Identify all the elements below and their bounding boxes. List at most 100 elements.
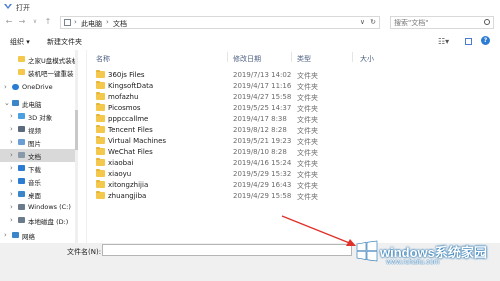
sidebar-item-desktop[interactable]: › 桌面 xyxy=(0,188,78,201)
file-name: pppccallme xyxy=(108,115,149,123)
folder-icon xyxy=(96,180,105,188)
table-row[interactable]: mofazhu 2019/4/27 15:58 文件夹 xyxy=(88,92,500,102)
file-type: 文件夹 xyxy=(297,116,318,124)
view-options-icon[interactable]: ☷▾ xyxy=(438,37,449,46)
sidebar-item-label: 网络 xyxy=(22,233,35,241)
file-name: xiaoyu xyxy=(108,170,132,178)
new-folder-button[interactable]: 新建文件夹 xyxy=(47,37,82,47)
sidebar-item-label: 视频 xyxy=(28,127,41,135)
folder-icon xyxy=(18,69,25,75)
chevron-right-icon[interactable]: › xyxy=(4,83,7,91)
forward-icon[interactable]: → xyxy=(17,17,27,27)
folder-icon xyxy=(96,169,105,177)
up-arrow-icon[interactable]: ↑ xyxy=(43,17,53,27)
column-header-type[interactable]: 类型 xyxy=(297,54,311,64)
table-row[interactable]: Virtual Machines 2019/5/21 19:23 文件夹 xyxy=(88,136,500,146)
column-header-size[interactable]: 大小 xyxy=(360,54,374,64)
search-input[interactable] xyxy=(394,18,478,27)
file-name: xitongzhijia xyxy=(108,181,149,189)
sidebar-item-quick-folder-1[interactable]: 之家U盘模式装机 xyxy=(0,53,78,66)
search-box[interactable] xyxy=(390,16,494,29)
address-dropdown-icon[interactable]: ∨ xyxy=(360,18,365,26)
folder-icon xyxy=(96,158,105,166)
sidebar-item-downloads[interactable]: › 下载 xyxy=(0,162,78,175)
app-icon xyxy=(4,4,12,9)
preview-pane-icon[interactable] xyxy=(465,38,472,45)
sidebar-item-onedrive[interactable]: › OneDrive xyxy=(0,81,78,94)
filename-input[interactable] xyxy=(102,244,352,256)
window-title: 打开 xyxy=(16,4,30,12)
file-name: 360js Files xyxy=(108,71,145,79)
computer-icon xyxy=(12,100,19,106)
breadcrumb-item[interactable]: 此电脑 xyxy=(81,19,102,29)
sidebar-item-this-pc[interactable]: ⌄ 此电脑 xyxy=(0,97,78,110)
file-date: 2019/4/17 11:16 xyxy=(233,82,292,90)
chevron-right-icon[interactable]: › xyxy=(4,231,7,239)
table-row[interactable]: pppccallme 2019/4/17 8:38 文件夹 xyxy=(88,114,500,124)
sidebar-item-label: 文档 xyxy=(28,153,41,161)
chevron-right-icon[interactable]: › xyxy=(10,164,13,172)
table-row[interactable]: Picosmos 2019/5/25 14:37 文件夹 xyxy=(88,103,500,113)
back-icon[interactable]: ← xyxy=(4,17,14,27)
network-icon xyxy=(12,232,19,238)
chevron-right-icon[interactable]: › xyxy=(10,203,13,211)
chevron-right-icon[interactable]: › xyxy=(10,216,13,224)
chevron-right-icon[interactable]: › xyxy=(10,125,13,133)
picture-icon xyxy=(18,139,25,145)
sidebar-item-quick-folder-2[interactable]: 装机吧一键重装 xyxy=(0,66,78,79)
sidebar-item-network[interactable]: › 网络 xyxy=(0,229,78,242)
breadcrumb-item[interactable]: 文档 xyxy=(113,19,127,29)
column-separator[interactable] xyxy=(291,52,292,62)
sidebar-item-drive-d[interactable]: › 本地磁盘 (D:) xyxy=(0,214,78,227)
column-separator[interactable] xyxy=(352,52,353,62)
chevron-right-icon[interactable]: › xyxy=(10,190,13,198)
table-row[interactable]: xitongzhijia 2019/4/29 16:43 文件夹 xyxy=(88,180,500,190)
table-row[interactable]: xiaobai 2019/4/16 15:24 文件夹 xyxy=(88,158,500,168)
column-header-name[interactable]: 名称 xyxy=(96,54,110,64)
table-row[interactable]: 360js Files 2019/7/13 14:02 文件夹 xyxy=(88,70,500,80)
chevron-right-icon[interactable]: › xyxy=(10,138,13,146)
file-date: 2019/4/27 15:58 xyxy=(233,93,292,101)
chevron-right-icon[interactable]: › xyxy=(10,151,13,159)
table-row[interactable]: zhuangjiba 2019/4/29 15:58 文件夹 xyxy=(88,191,500,201)
help-icon[interactable]: ? xyxy=(481,36,490,45)
watermark: windows系统家园 www.ruhaitu.com xyxy=(352,232,498,280)
file-date: 2019/4/17 8:38 xyxy=(233,115,287,123)
sidebar-item-music[interactable]: › 音乐 xyxy=(0,175,78,188)
file-date: 2019/4/29 15:58 xyxy=(233,192,292,200)
file-name: zhuangjiba xyxy=(108,192,147,200)
document-icon xyxy=(18,152,25,158)
chevron-down-icon[interactable]: ∨ xyxy=(30,17,40,27)
sidebar-item-videos[interactable]: › 视频 xyxy=(0,123,78,136)
file-name: WeChat Files xyxy=(108,148,153,156)
sidebar-item-3d-objects[interactable]: › 3D 对象 xyxy=(0,110,78,123)
column-header-date[interactable]: 修改日期 xyxy=(233,54,261,64)
chevron-right-icon[interactable]: › xyxy=(10,177,13,185)
table-row[interactable]: xiaoyu 2019/5/29 15:32 文件夹 xyxy=(88,169,500,179)
folder-icon xyxy=(96,103,105,111)
file-type: 文件夹 xyxy=(297,105,318,113)
address-bar[interactable]: › 此电脑 › 文档 ∨ ↻ xyxy=(60,16,380,29)
file-name: KingsoftData xyxy=(108,82,154,90)
sidebar-scrollbar-thumb[interactable] xyxy=(75,110,78,150)
file-name: Picosmos xyxy=(108,104,141,112)
folder-icon xyxy=(96,70,105,78)
file-name: mofazhu xyxy=(108,93,139,101)
table-row[interactable]: Tencent Files 2019/8/12 8:28 文件夹 xyxy=(88,125,500,135)
file-type: 文件夹 xyxy=(297,171,318,179)
search-icon[interactable] xyxy=(484,19,490,25)
sidebar-item-drive-c[interactable]: › Windows (C:) xyxy=(0,201,78,214)
chevron-down-icon[interactable]: ⌄ xyxy=(4,99,10,107)
sidebar-item-documents[interactable]: › 文档 xyxy=(0,149,78,162)
table-row[interactable]: WeChat Files 2019/8/10 8:28 文件夹 xyxy=(88,147,500,157)
file-name: Virtual Machines xyxy=(108,137,167,145)
organize-button[interactable]: 组织 ▾ xyxy=(10,37,30,47)
chevron-right-icon[interactable]: › xyxy=(10,112,13,120)
table-row[interactable]: KingsoftData 2019/4/17 11:16 文件夹 xyxy=(88,81,500,91)
title-bar: 打开 xyxy=(0,0,500,14)
refresh-icon[interactable]: ↻ xyxy=(370,18,376,26)
pane-divider[interactable] xyxy=(86,50,87,243)
download-icon xyxy=(18,165,25,171)
column-separator[interactable] xyxy=(227,52,228,62)
sidebar-item-pictures[interactable]: › 图片 xyxy=(0,136,78,149)
